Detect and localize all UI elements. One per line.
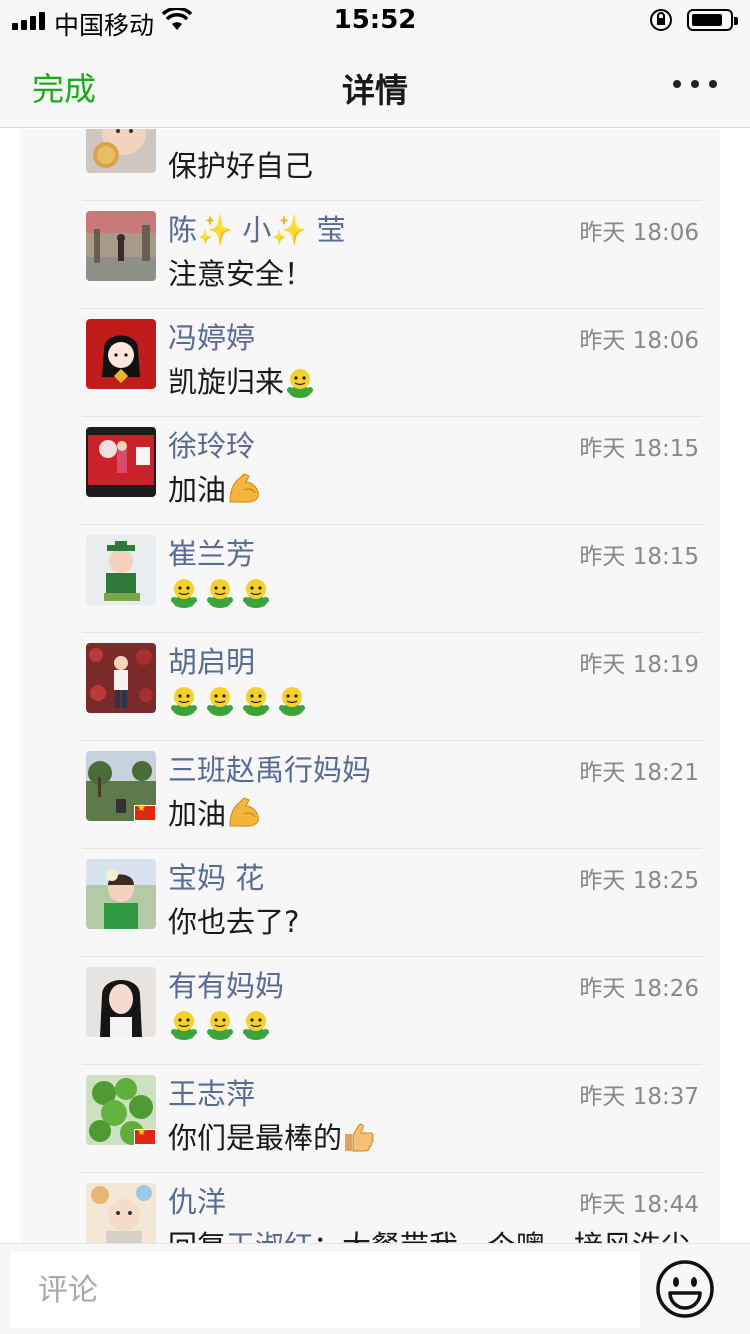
- comment-row[interactable]: 崔兰芳 昨天 18:15: [20, 525, 720, 633]
- avatar[interactable]: [86, 319, 156, 389]
- comment-row[interactable]: 仇洋 昨天 18:44 回复王淑红：大餐带我一个噢，接风洗尘: [20, 1173, 720, 1243]
- comment-text: [168, 1007, 276, 1041]
- navigation-bar: 完成 详情: [0, 40, 750, 128]
- comment-row[interactable]: 冯婷婷 昨天 18:06 凯旋归来: [20, 309, 720, 417]
- comment-row[interactable]: 王志萍 昨天 18:37 你们是最棒的: [20, 1065, 720, 1173]
- comment-body: 保护好自己: [168, 149, 314, 183]
- status-time: 15:52: [333, 5, 417, 35]
- comment-text: 凯旋归来: [168, 359, 320, 401]
- commenter-name[interactable]: 宝妈 花: [168, 855, 264, 897]
- comment-time: 昨天 18:06: [579, 328, 699, 354]
- comment-text: [168, 683, 312, 717]
- more-dots-icon[interactable]: [673, 78, 717, 90]
- green-creature-icon: [240, 683, 276, 717]
- comment-body-continued: ：大餐带我一个噢，接风洗尘: [313, 1229, 690, 1243]
- comment-input[interactable]: [10, 1252, 640, 1328]
- avatar[interactable]: [86, 859, 156, 929]
- commenter-name[interactable]: 三班赵禹行妈妈: [168, 747, 371, 789]
- comment-body: 凯旋归来: [168, 365, 285, 399]
- avatar[interactable]: [86, 967, 156, 1037]
- green-creature-icon: [168, 1007, 204, 1041]
- comment-time: 昨天 18:26: [579, 976, 699, 1002]
- status-bar: 中国移动 15:52: [0, 0, 750, 40]
- flexed-bicep-icon: [226, 797, 266, 831]
- rotation-lock-icon: [650, 9, 672, 31]
- comment-row[interactable]: 三班赵禹行妈妈 昨天 18:21 加油: [20, 741, 720, 849]
- comment-text: 回复王淑红：大餐带我一个噢，接风洗尘: [168, 1223, 690, 1243]
- comment-row[interactable]: 徐玲玲 昨天 18:15 加油: [20, 417, 720, 525]
- green-creature-icon: [168, 683, 204, 717]
- commenter-name[interactable]: 有有妈妈: [168, 963, 284, 1005]
- commenter-name[interactable]: 徐玲玲: [168, 423, 255, 465]
- green-creature-icon: [204, 575, 240, 609]
- thumbs-up-icon: [342, 1121, 380, 1155]
- comment-time: 昨天 18:25: [579, 868, 699, 894]
- comment-list[interactable]: 保护好自己 陈✨ 小✨ 莹昨天 18:06 注意安全！ 冯婷婷 昨天 18:06 凯旋归来…: [0, 129, 750, 1243]
- commenter-name[interactable]: 王志萍: [168, 1071, 255, 1113]
- avatar[interactable]: [86, 1075, 156, 1145]
- avatar[interactable]: [86, 427, 156, 497]
- comment-time: 昨天 18:15: [579, 436, 699, 462]
- comment-body: 注意安全！: [168, 257, 314, 291]
- comment-text: 你也去了?: [168, 899, 299, 941]
- commenter-name[interactable]: 仇洋: [168, 1179, 226, 1221]
- avatar[interactable]: [86, 535, 156, 605]
- comment-body: 加油: [168, 473, 227, 507]
- commenter-name[interactable]: 冯婷婷: [168, 315, 255, 357]
- comment-body: 加油: [168, 797, 227, 831]
- comment-body: 回复: [168, 1229, 226, 1243]
- comment-row[interactable]: 胡启明 昨天 18:19: [20, 633, 720, 741]
- comment-text: 你们是最棒的: [168, 1115, 380, 1157]
- avatar[interactable]: [86, 1183, 156, 1243]
- comment-text: 保护好自己: [168, 143, 313, 185]
- flexed-bicep-icon: [226, 473, 266, 507]
- comment-time: 昨天 18:15: [579, 544, 699, 570]
- comment-text: 注意安全！: [168, 251, 313, 293]
- comment-row[interactable]: 有有妈妈 昨天 18:26: [20, 957, 720, 1065]
- avatar[interactable]: [86, 751, 156, 821]
- comment-body: 你也去了?: [168, 905, 300, 939]
- green-creature-icon: [240, 1007, 276, 1041]
- green-creature-icon: [204, 1007, 240, 1041]
- china-flag-icon: [134, 1127, 156, 1145]
- comment-text: [168, 575, 276, 609]
- comment-time: 昨天 18:37: [579, 1084, 699, 1110]
- comment-bar: [0, 1243, 750, 1334]
- commenter-name[interactable]: 陈✨ 小✨ 莹: [168, 207, 346, 249]
- china-flag-icon: [134, 803, 156, 821]
- smiley-face-icon[interactable]: [654, 1258, 716, 1320]
- comment-time: 昨天 18:06: [579, 220, 699, 246]
- comment-time: 昨天 18:21: [579, 760, 699, 786]
- green-creature-icon: [276, 683, 312, 717]
- green-creature-icon: [284, 365, 320, 399]
- green-creature-icon: [240, 575, 276, 609]
- avatar[interactable]: [86, 643, 156, 713]
- comment-text: 加油: [168, 791, 266, 833]
- green-creature-icon: [204, 683, 240, 717]
- avatar[interactable]: [86, 129, 156, 173]
- comment-row[interactable]: 陈✨ 小✨ 莹 昨天 18:06 注意安全！: [20, 201, 720, 309]
- comment-row[interactable]: 宝妈 花 昨天 18:25 你也去了?: [20, 849, 720, 957]
- comment-time: 昨天 18:19: [579, 652, 699, 678]
- comment-text: 加油: [168, 467, 266, 509]
- comment-row[interactable]: 保护好自己: [20, 129, 720, 201]
- commenter-name[interactable]: 崔兰芳: [168, 531, 255, 573]
- avatar[interactable]: [86, 211, 156, 281]
- commenter-name[interactable]: 胡启明: [168, 639, 255, 681]
- page-title: 详情: [342, 71, 408, 110]
- mentioned-user[interactable]: 王淑红: [226, 1229, 313, 1243]
- battery-icon: [687, 9, 738, 31]
- comment-body: 你们是最棒的: [168, 1121, 343, 1155]
- green-creature-icon: [168, 575, 204, 609]
- comment-time: 昨天 18:44: [579, 1192, 699, 1218]
